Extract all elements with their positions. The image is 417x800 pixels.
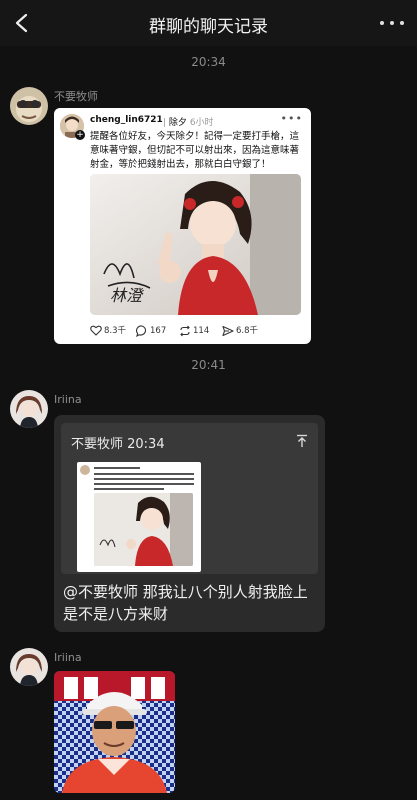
post-time: 6小时 [189,118,214,128]
quote-header: 不要牧师 20:34 [71,437,165,452]
share-count: 6.8千 [236,326,259,336]
post-more-icon[interactable]: ••• [281,112,303,125]
post-actions: 8.3千 167 114 6.8千 [90,324,304,338]
repost-count: 114 [193,326,210,336]
avatar[interactable] [10,87,48,125]
image-message[interactable] [54,671,175,793]
message-text: @不要牧师 那我让八个别人射我脸上是不是八方来财 [63,583,308,623]
avatar[interactable] [10,648,48,686]
post-photo[interactable]: 林澄 [90,174,301,315]
like-count: 8.3千 [104,326,127,336]
comment-icon [136,325,147,337]
quoted-message[interactable]: 不要牧师 20:34 [61,423,318,574]
pin-top-icon[interactable] [296,433,308,447]
timestamp: 20:34 [191,55,226,69]
top-bar: 群聊的聊天记录 [0,0,417,46]
timestamp: 20:41 [191,358,226,372]
post-text: 提醒各位好友，今天除夕！記得一定要打手槍，這意味著守銀，但切記不可以射出來，因為… [90,131,300,170]
comment-count: 167 [150,326,167,336]
sender-name: Iriina [54,393,82,406]
more-button[interactable] [377,10,407,36]
page-title: 群聊的聊天记录 [149,17,268,37]
heart-icon [90,325,102,336]
message-bubble[interactable]: 不要牧师 20:34 @不要牧师 那我让八个别人射我脸上是不是八方来财 [54,415,325,632]
post-signature: 林澄 [110,286,143,305]
share-icon [222,325,234,337]
post-username[interactable]: cheng_lin6721 [90,115,163,125]
meta-separator: | [163,118,167,128]
quoted-post-thumbnail[interactable] [77,462,201,572]
post-topic: 除夕 [168,118,187,128]
shared-post-card[interactable]: + cheng_lin6721 | 除夕 6小时 ••• 提醒各位好友，今天除夕… [54,108,311,344]
repost-icon [180,325,190,337]
sender-name: 不要牧师 [54,90,98,103]
post-meta: | 除夕 6小时 [163,115,214,128]
avatar[interactable] [10,390,48,428]
sender-name: Iriina [54,651,82,664]
plus-icon[interactable]: + [75,130,85,140]
